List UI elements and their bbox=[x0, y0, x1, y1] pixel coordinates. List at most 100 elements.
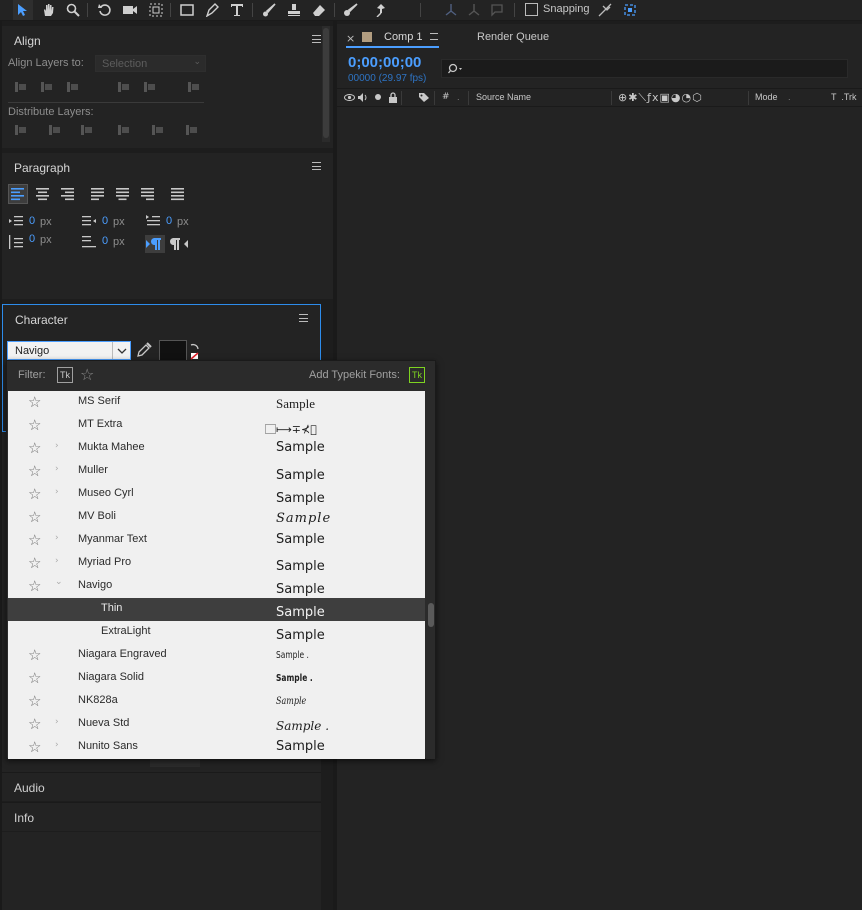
character-panel-menu-icon[interactable] bbox=[299, 314, 308, 322]
align-top-icon[interactable] bbox=[116, 81, 130, 93]
chevron-right-icon[interactable]: › bbox=[55, 533, 59, 543]
local-axis-icon[interactable] bbox=[441, 0, 461, 20]
font-row[interactable]: ☆ MS Serif Sample bbox=[8, 391, 425, 414]
solo-icon[interactable] bbox=[375, 94, 381, 100]
camera-tool-icon[interactable] bbox=[120, 0, 140, 20]
font-family-select[interactable]: Navigo bbox=[7, 341, 131, 360]
column-source-name[interactable]: Source Name bbox=[476, 92, 531, 102]
align-bottom-icon[interactable] bbox=[186, 81, 200, 93]
indent-right-value[interactable]: 0 bbox=[102, 215, 108, 227]
distribute-left-icon[interactable] bbox=[116, 124, 130, 136]
right-align-text-button[interactable] bbox=[59, 185, 77, 206]
tab-render-queue[interactable]: Render Queue bbox=[477, 31, 549, 43]
typekit-filter-button[interactable]: Tk bbox=[57, 367, 73, 383]
puppet-pin-tool-icon[interactable] bbox=[371, 0, 391, 20]
zoom-tool-icon[interactable] bbox=[63, 0, 83, 20]
justify-last-center-button[interactable] bbox=[114, 185, 132, 206]
chevron-right-icon[interactable]: › bbox=[55, 717, 59, 727]
font-row[interactable]: ☆ › Mukta Mahee Sample bbox=[8, 437, 425, 460]
font-row[interactable]: ☆ MV Boli Sample bbox=[8, 506, 425, 529]
justify-last-left-button[interactable] bbox=[89, 185, 107, 206]
align-panel-scrollbar[interactable] bbox=[322, 26, 330, 142]
add-typekit-button[interactable]: Tk bbox=[409, 367, 425, 383]
distribute-top-icon[interactable] bbox=[13, 124, 27, 136]
column-trkmat[interactable]: T .Trk bbox=[831, 92, 857, 102]
star-icon[interactable]: ☆ bbox=[28, 670, 44, 686]
close-icon[interactable]: × bbox=[346, 32, 355, 45]
font-row[interactable]: ☆ Niagara Engraved Sample . bbox=[8, 644, 425, 667]
star-icon[interactable]: ☆ bbox=[28, 486, 44, 502]
eyedropper-icon[interactable] bbox=[136, 342, 152, 361]
font-list-scroll-thumb[interactable] bbox=[428, 603, 434, 627]
font-row[interactable]: ☆ › Myriad Pro Sample bbox=[8, 552, 425, 575]
clone-stamp-tool-icon[interactable] bbox=[284, 0, 304, 20]
align-right-icon[interactable] bbox=[65, 81, 79, 93]
eye-icon[interactable] bbox=[344, 92, 355, 106]
chevron-down-icon[interactable] bbox=[112, 342, 130, 359]
space-before-value[interactable]: 0 bbox=[29, 233, 35, 245]
fill-color-swatch[interactable] bbox=[159, 340, 187, 362]
rotate-tool-icon[interactable] bbox=[95, 0, 115, 20]
align-target-select[interactable]: Selection ⌄ bbox=[95, 55, 206, 72]
selection-tool-icon[interactable] bbox=[13, 0, 33, 20]
star-icon[interactable]: ☆ bbox=[28, 463, 44, 479]
font-row[interactable]: ☆ MT Extra ⃞⟼∓⊀⃞ bbox=[8, 414, 425, 437]
hand-tool-icon[interactable] bbox=[38, 0, 58, 20]
snap-edges-icon[interactable] bbox=[595, 0, 615, 20]
tab-comp1[interactable]: Comp 1 bbox=[384, 31, 423, 43]
star-icon[interactable]: ☆ bbox=[28, 578, 44, 594]
eraser-tool-icon[interactable] bbox=[309, 0, 329, 20]
brush-tool-icon[interactable] bbox=[259, 0, 279, 20]
audio-icon[interactable] bbox=[357, 92, 368, 106]
justify-all-button[interactable] bbox=[169, 185, 187, 206]
type-tool-icon[interactable] bbox=[227, 0, 247, 20]
rectangle-tool-icon[interactable] bbox=[177, 0, 197, 20]
audio-panel[interactable]: Audio bbox=[2, 773, 321, 801]
chevron-right-icon[interactable]: › bbox=[55, 464, 59, 474]
star-icon[interactable]: ☆ bbox=[28, 440, 44, 456]
align-left-icon[interactable] bbox=[13, 81, 27, 93]
font-row[interactable]: ☆ ⌄ Navigo Sample bbox=[8, 575, 425, 598]
align-vertical-center-icon[interactable] bbox=[142, 81, 156, 93]
pen-tool-icon[interactable] bbox=[202, 0, 222, 20]
ltr-direction-button[interactable] bbox=[145, 235, 165, 253]
align-horizontal-center-icon[interactable] bbox=[39, 81, 53, 93]
favorites-filter-star-icon[interactable]: ☆ bbox=[80, 365, 94, 384]
label-tag-icon[interactable] bbox=[418, 92, 430, 106]
font-row[interactable]: ☆ › Muller Sample bbox=[8, 460, 425, 483]
font-row[interactable]: ☆ › Myanmar Text Sample bbox=[8, 529, 425, 552]
distribute-right-icon[interactable] bbox=[184, 124, 198, 136]
info-panel[interactable]: Info bbox=[2, 803, 321, 831]
rtl-direction-button[interactable] bbox=[169, 235, 189, 256]
star-icon[interactable]: ☆ bbox=[28, 555, 44, 571]
snap-features-icon[interactable] bbox=[620, 0, 640, 20]
roto-brush-tool-icon[interactable] bbox=[341, 0, 361, 20]
lock-icon[interactable] bbox=[388, 92, 398, 106]
font-row-selected[interactable]: Thin Sample bbox=[8, 598, 425, 621]
star-icon[interactable]: ☆ bbox=[28, 716, 44, 732]
star-icon[interactable]: ☆ bbox=[28, 647, 44, 663]
chevron-right-icon[interactable]: › bbox=[55, 441, 59, 451]
font-row[interactable]: ☆ › Nunito Sans Sample bbox=[8, 736, 425, 759]
font-row[interactable]: ExtraLight Sample bbox=[8, 621, 425, 644]
world-axis-icon[interactable] bbox=[464, 0, 484, 20]
left-align-text-button[interactable] bbox=[8, 184, 28, 204]
indent-left-value[interactable]: 0 bbox=[29, 215, 35, 227]
space-after-value[interactable]: 0 bbox=[102, 235, 108, 247]
font-row[interactable]: ☆ NK828a Sample bbox=[8, 690, 425, 713]
distribute-horizontal-center-icon[interactable] bbox=[150, 124, 164, 136]
view-axis-icon[interactable] bbox=[487, 0, 507, 20]
center-text-button[interactable] bbox=[34, 185, 52, 206]
font-list-scrollbar[interactable] bbox=[426, 391, 435, 759]
switches-icons[interactable]: ⊕✱⟍ƒx▣◕◔⬡ bbox=[618, 91, 703, 105]
chevron-right-icon[interactable]: › bbox=[55, 487, 59, 497]
column-mode[interactable]: Mode bbox=[755, 92, 778, 102]
star-icon[interactable]: ☆ bbox=[28, 417, 44, 433]
distribute-vertical-center-icon[interactable] bbox=[47, 124, 61, 136]
font-row[interactable]: ☆ › Museo Cyrl Sample bbox=[8, 483, 425, 506]
star-icon[interactable]: ☆ bbox=[28, 532, 44, 548]
pan-behind-tool-icon[interactable] bbox=[146, 0, 166, 20]
justify-last-right-button[interactable] bbox=[139, 185, 157, 206]
distribute-bottom-icon[interactable] bbox=[79, 124, 93, 136]
chevron-down-icon[interactable]: ⌄ bbox=[55, 577, 63, 587]
